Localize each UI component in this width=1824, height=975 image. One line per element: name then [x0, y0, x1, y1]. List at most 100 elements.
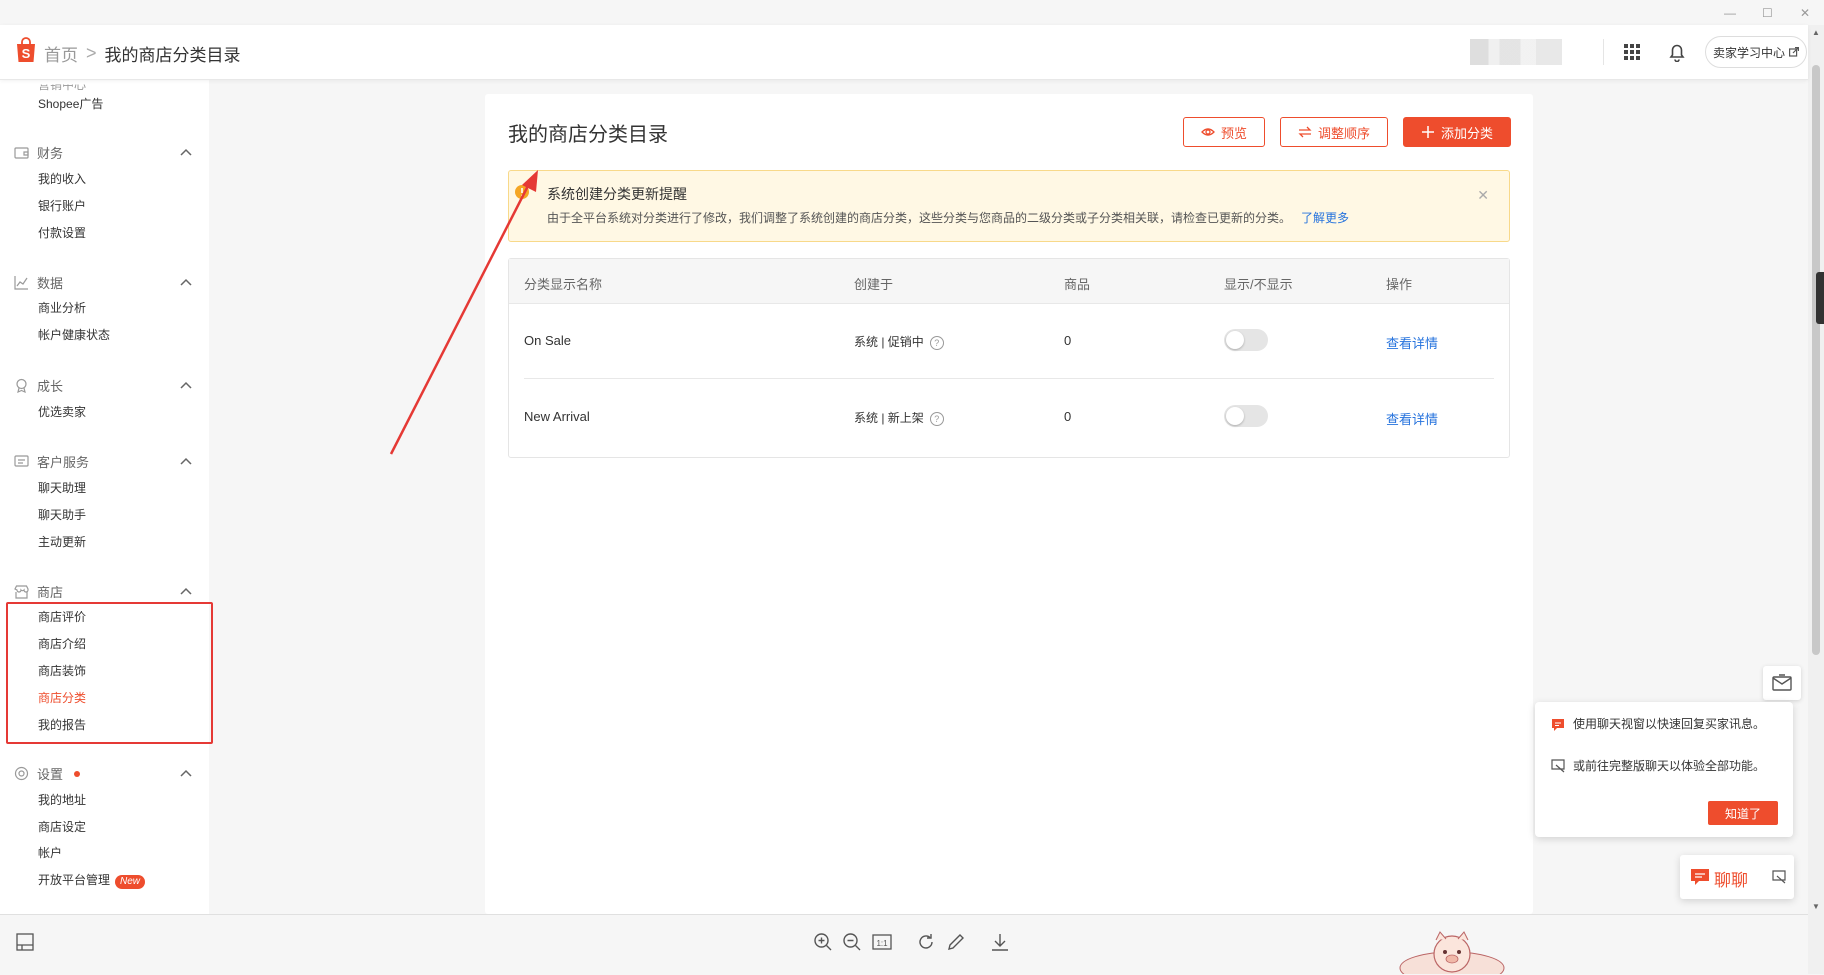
section-title: 数据 — [37, 276, 64, 291]
sidebar-item-payment[interactable]: 付款设置 — [38, 224, 86, 241]
category-table: 分类显示名称 创建于 商品 显示/不显示 操作 On Sale 系统 | 促销中… — [508, 258, 1510, 458]
open-window-icon — [1551, 759, 1565, 773]
main-content-card: 我的商店分类目录 预览 调整顺序 添加分类 系统创建分类更新提醒 由于全平台系统… — [485, 94, 1533, 914]
zoom-in-icon[interactable] — [813, 932, 833, 952]
sidebar-item-ads[interactable]: Shopee广告 — [38, 95, 103, 112]
edit-icon[interactable] — [946, 932, 966, 952]
sidebar-item-analytics[interactable]: 商业分析 — [38, 299, 86, 316]
chevron-up-icon[interactable] — [180, 769, 192, 777]
section-title: 客户服务 — [37, 455, 90, 470]
preview-button[interactable]: 预览 — [1183, 117, 1265, 147]
section-title: 设置 — [37, 767, 64, 782]
notification-dot — [74, 770, 81, 777]
learn-more-link[interactable]: 了解更多 — [1301, 211, 1349, 225]
chat-launcher[interactable]: 聊聊 — [1680, 855, 1794, 899]
minimize-button[interactable]: — — [1724, 6, 1736, 20]
open-window-icon[interactable] — [1772, 870, 1786, 884]
chat-tip-line-2: 或前往完整版聊天以体验全部功能。 — [1573, 759, 1766, 773]
actual-size-icon[interactable]: 1:1 — [872, 932, 892, 952]
sidebar-section-finance[interactable]: 财务 — [14, 143, 63, 162]
close-window-button[interactable]: ✕ — [1800, 6, 1810, 20]
chevron-up-icon[interactable] — [180, 381, 192, 389]
sidebar-section-shop[interactable]: 商店 — [14, 582, 63, 601]
blurred-account-name — [1470, 39, 1562, 65]
scroll-thumb[interactable] — [1812, 65, 1820, 655]
view-details-link[interactable]: 查看详情 — [1386, 333, 1438, 352]
chat-box-icon — [14, 455, 29, 467]
sidebar-section-growth[interactable]: 成长 — [14, 376, 63, 395]
chat-tip-popup: 使用聊天视窗以快速回复买家讯息。 或前往完整版聊天以体验全部功能。 知道了 — [1535, 702, 1793, 837]
table-row: New Arrival 系统 | 新上架? 0 查看详情 — [509, 379, 1509, 455]
sidebar-item-bank[interactable]: 银行账户 — [38, 197, 86, 214]
layout-icon[interactable] — [16, 933, 34, 951]
new-badge: New — [115, 875, 146, 889]
sidebar-item-open-platform[interactable]: 开放平台管理 New — [38, 871, 146, 889]
bell-icon[interactable] — [1668, 42, 1686, 62]
system-category-notice: 系统创建分类更新提醒 由于全平台系统对分类进行了修改，我们调整了系统创建的商店分… — [508, 170, 1510, 242]
sidebar-item-chat-helper[interactable]: 聊天助手 — [38, 506, 86, 523]
eye-icon — [1201, 128, 1215, 136]
notice-body-text: 由于全平台系统对分类进行了修改，我们调整了系统创建的商店分类，这些分类与您商品的… — [547, 211, 1292, 225]
close-icon[interactable]: ✕ — [1477, 187, 1489, 204]
learning-center-button[interactable]: 卖家学习中心 — [1705, 36, 1807, 68]
plus-icon — [1421, 126, 1434, 138]
zoom-out-icon[interactable] — [842, 932, 862, 952]
svg-text:1:1: 1:1 — [876, 939, 888, 948]
warning-icon — [515, 185, 529, 199]
download-icon[interactable] — [990, 932, 1010, 952]
category-name: On Sale — [524, 333, 571, 348]
chevron-up-icon[interactable] — [180, 148, 192, 156]
shopee-logo-icon[interactable]: S — [14, 36, 38, 64]
created-source: 系统 | 新上架 — [854, 411, 924, 425]
annotation-highlight-box — [6, 602, 213, 744]
chevron-up-icon[interactable] — [180, 457, 192, 465]
sidebar-item-my-address[interactable]: 我的地址 — [38, 791, 86, 808]
sidebar-item-chat-assistant[interactable]: 聊天助理 — [38, 479, 86, 496]
visibility-toggle[interactable] — [1224, 329, 1268, 351]
add-category-button[interactable]: 添加分类 — [1403, 117, 1511, 147]
category-created: 系统 | 新上架? — [854, 409, 944, 426]
help-icon[interactable]: ? — [929, 335, 944, 350]
message-icon[interactable] — [1763, 666, 1801, 700]
grid-icon[interactable] — [1624, 44, 1640, 60]
sidebar-section-settings[interactable]: 设置 — [14, 764, 81, 783]
learning-center-label: 卖家学习中心 — [1712, 45, 1785, 60]
column-header-action: 操作 — [1386, 277, 1413, 292]
got-it-button[interactable]: 知道了 — [1708, 801, 1778, 825]
breadcrumb-home[interactable]: 首页 — [44, 41, 78, 66]
sidebar-section-customer-service[interactable]: 客户服务 — [14, 452, 89, 471]
scroll-down-arrow[interactable]: ▼ — [1812, 902, 1820, 911]
preview-label: 预览 — [1220, 125, 1247, 141]
scrollbar[interactable]: ▲ ▼ — [1808, 25, 1824, 974]
view-details-link[interactable]: 查看详情 — [1386, 409, 1438, 428]
scroll-up-arrow[interactable]: ▲ — [1812, 28, 1820, 37]
sidebar-item-income[interactable]: 我的收入 — [38, 170, 86, 187]
sidebar-item-marketing[interactable]: 营销中心 — [38, 85, 86, 94]
notice-body: 由于全平台系统对分类进行了修改，我们调整了系统创建的商店分类，这些分类与您商品的… — [547, 209, 1349, 226]
sidebar-item-account[interactable]: 帐户 — [38, 844, 62, 861]
add-category-label: 添加分类 — [1440, 125, 1493, 141]
column-header-products: 商品 — [1064, 277, 1091, 292]
chat-label: 聊聊 — [1714, 871, 1748, 890]
sidebar: 营销中心 Shopee广告 财务 我的收入 银行账户 付款设置 数据 商业分析 … — [0, 80, 209, 914]
chart-icon — [14, 276, 28, 290]
sidebar-item-preferred-seller[interactable]: 优选卖家 — [38, 403, 86, 420]
help-icon[interactable]: ? — [929, 411, 944, 426]
sidebar-item-shop-settings[interactable]: 商店设定 — [38, 818, 86, 835]
header-divider — [1603, 39, 1604, 65]
sidebar-item-proactive-update[interactable]: 主动更新 — [38, 533, 86, 550]
section-title: 商店 — [37, 585, 64, 600]
chevron-up-icon[interactable] — [180, 587, 192, 595]
visibility-toggle[interactable] — [1224, 405, 1268, 427]
rotate-icon[interactable] — [916, 932, 936, 952]
side-panel-handle[interactable] — [1816, 272, 1824, 324]
category-created: 系统 | 促销中? — [854, 333, 944, 350]
breadcrumb-separator: > — [86, 43, 97, 63]
sidebar-item-account-health[interactable]: 帐户健康状态 — [38, 326, 110, 343]
maximize-button[interactable]: ☐ — [1762, 6, 1773, 20]
reorder-button[interactable]: 调整顺序 — [1280, 117, 1388, 147]
breadcrumb: 首页 > 我的商店分类目录 — [44, 41, 241, 66]
medal-icon — [16, 378, 27, 393]
sidebar-section-data[interactable]: 数据 — [14, 273, 63, 292]
chevron-up-icon[interactable] — [180, 278, 192, 286]
